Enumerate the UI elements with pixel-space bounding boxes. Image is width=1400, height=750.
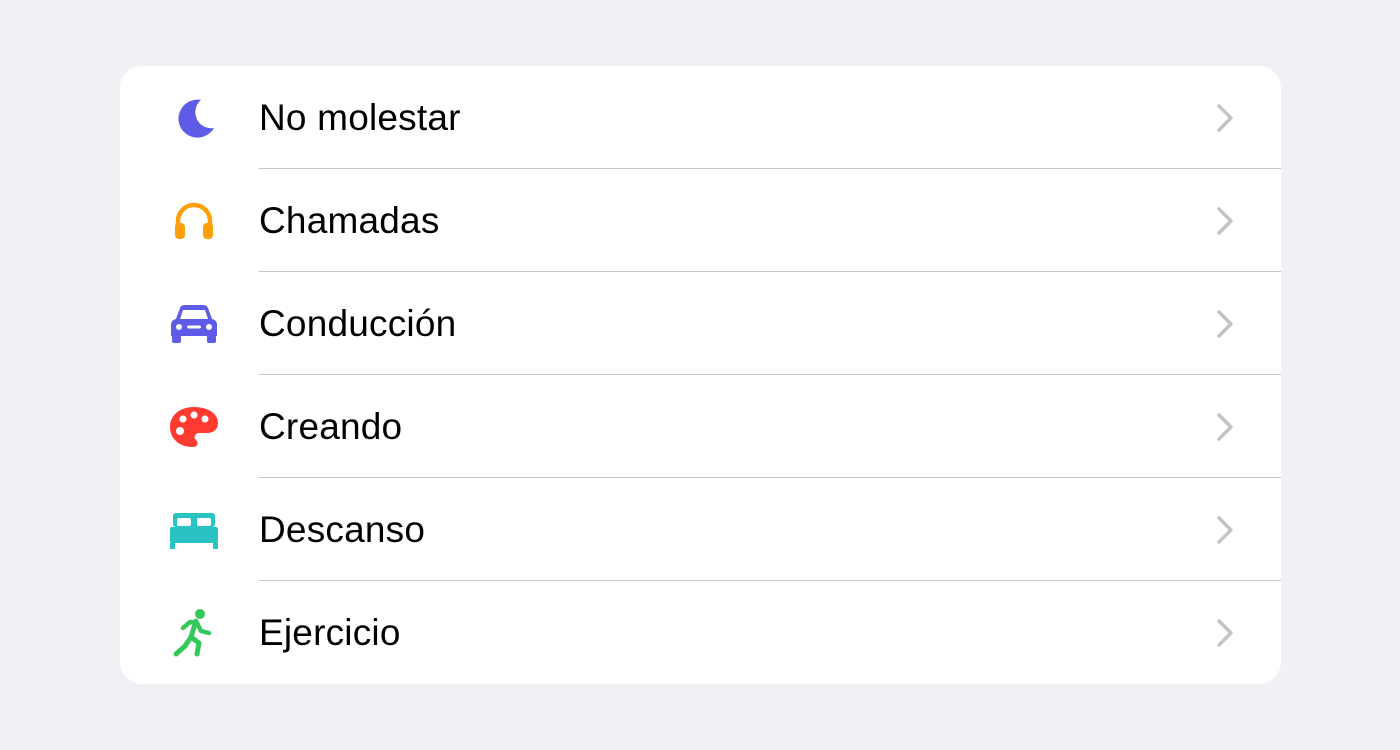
focus-list: No molestar Chamadas Conducción Creando … [120, 66, 1281, 684]
chevron-right-icon [1213, 617, 1237, 649]
list-item-chamadas[interactable]: Chamadas [120, 169, 1281, 272]
list-item-label: Conducción [259, 302, 457, 344]
runner-icon [166, 605, 222, 661]
bed-icon [166, 502, 222, 558]
chevron-right-icon [1213, 514, 1237, 546]
list-item-no-molestar[interactable]: No molestar [120, 66, 1281, 169]
chevron-right-icon [1213, 411, 1237, 443]
list-item-creando[interactable]: Creando [120, 375, 1281, 478]
list-item-descanso[interactable]: Descanso [120, 478, 1281, 581]
moon-icon [166, 90, 222, 146]
chevron-right-icon [1213, 308, 1237, 340]
list-item-conduccion[interactable]: Conducción [120, 272, 1281, 375]
chevron-right-icon [1213, 205, 1237, 237]
palette-icon [166, 399, 222, 455]
headphones-icon [166, 193, 222, 249]
list-item-label: No molestar [259, 96, 461, 138]
list-item-label: Chamadas [259, 199, 440, 241]
list-item-label: Ejercicio [259, 611, 401, 653]
list-item-label: Descanso [259, 508, 426, 550]
chevron-right-icon [1213, 102, 1237, 134]
list-item-label: Creando [259, 405, 403, 447]
car-icon [166, 296, 222, 352]
list-item-ejercicio[interactable]: Ejercicio [120, 581, 1281, 684]
